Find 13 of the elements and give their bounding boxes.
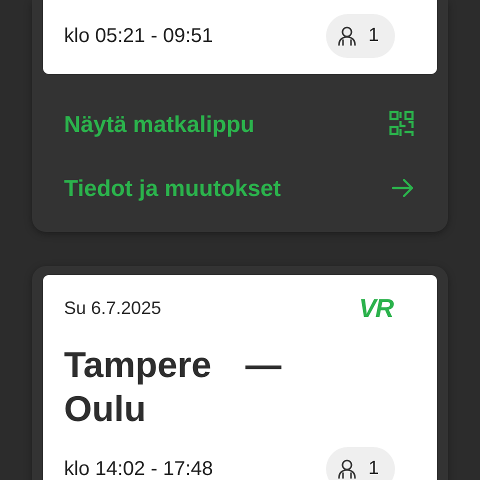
action-link[interactable]: Tiedot ja muutokset bbox=[64, 174, 281, 202]
passenger-number: 1 bbox=[368, 25, 379, 47]
brand-logo: VR bbox=[358, 292, 393, 324]
person-icon bbox=[336, 458, 358, 480]
person-icon bbox=[336, 25, 358, 47]
trip-date: Su 6.7.2025 bbox=[64, 298, 162, 318]
route-title: Tampere — Oulu bbox=[64, 343, 282, 431]
departure-time: klo 14:02 - 17:48 bbox=[64, 458, 213, 480]
departure-time: klo 05:21 - 09:51 bbox=[64, 24, 213, 48]
passenger-number: 1 bbox=[368, 458, 379, 480]
qr-code-icon bbox=[388, 110, 415, 138]
arrow-right-icon bbox=[391, 178, 415, 198]
action-link[interactable]: Näytä matkalippu bbox=[64, 110, 254, 138]
